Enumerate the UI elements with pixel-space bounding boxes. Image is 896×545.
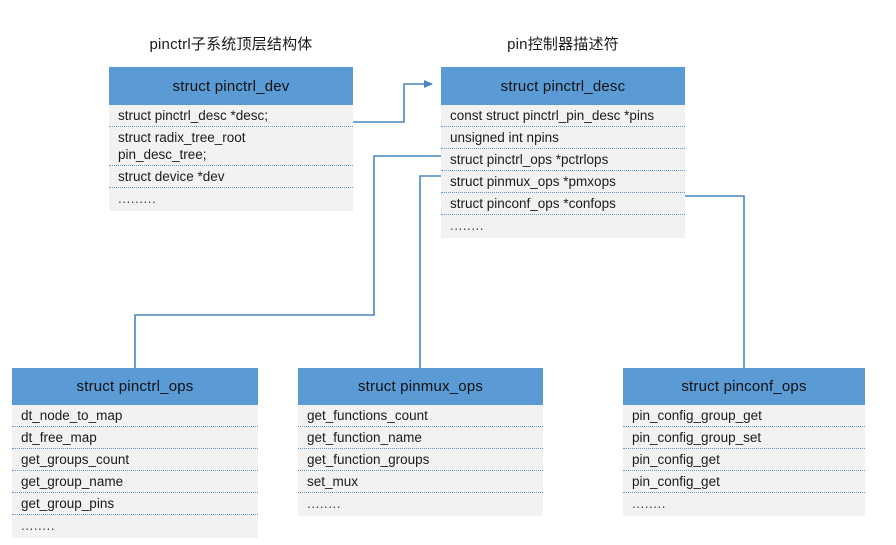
caption-pin-controller-descriptor: pin控制器描述符: [507, 36, 619, 53]
field-row[interactable]: get_groups_count: [12, 449, 258, 471]
field-row[interactable]: get_function_groups: [298, 449, 543, 471]
box-pinctrl-dev-header: struct pinctrl_dev: [109, 67, 353, 105]
box-pinmux-ops[interactable]: struct pinmux_ops get_functions_count ge…: [298, 368, 543, 516]
field-row[interactable]: pin_config_group_get: [623, 405, 865, 427]
field-row[interactable]: struct radix_tree_root pin_desc_tree;: [109, 127, 353, 166]
field-row[interactable]: struct pinctrl_ops *pctrlops: [441, 149, 685, 171]
box-pinctrl-ops[interactable]: struct pinctrl_ops dt_node_to_map dt_fre…: [12, 368, 258, 538]
field-row[interactable]: pin_config_get: [623, 471, 865, 493]
box-pinconf-ops[interactable]: struct pinconf_ops pin_config_group_get …: [623, 368, 865, 516]
box-pinctrl-desc-body: const struct pinctrl_pin_desc *pins unsi…: [441, 105, 685, 238]
field-row[interactable]: struct pinconf_ops *confops: [441, 193, 685, 215]
field-row[interactable]: get_functions_count: [298, 405, 543, 427]
field-row[interactable]: get_function_name: [298, 427, 543, 449]
field-row[interactable]: struct pinctrl_desc *desc;: [109, 105, 353, 127]
box-pinctrl-desc[interactable]: struct pinctrl_desc const struct pinctrl…: [441, 67, 685, 238]
field-row[interactable]: dt_free_map: [12, 427, 258, 449]
box-pinconf-ops-body: pin_config_group_get pin_config_group_se…: [623, 405, 865, 516]
box-pinmux-ops-body: get_functions_count get_function_name ge…: [298, 405, 543, 516]
field-row[interactable]: dt_node_to_map: [12, 405, 258, 427]
box-pinctrl-ops-header: struct pinctrl_ops: [12, 368, 258, 405]
field-row[interactable]: const struct pinctrl_pin_desc *pins: [441, 105, 685, 127]
box-pinctrl-dev[interactable]: struct pinctrl_dev struct pinctrl_desc *…: [109, 67, 353, 211]
box-pinctrl-desc-header: struct pinctrl_desc: [441, 67, 685, 105]
field-row[interactable]: get_group_pins: [12, 493, 258, 515]
field-row[interactable]: pin_config_get: [623, 449, 865, 471]
field-row[interactable]: struct pinmux_ops *pmxops: [441, 171, 685, 193]
connector-pmxops-to-pinmux-ops: [419, 175, 441, 368]
field-row[interactable]: get_group_name: [12, 471, 258, 493]
box-pinmux-ops-header: struct pinmux_ops: [298, 368, 543, 405]
connector-confops-to-pinconf-ops: [685, 195, 745, 368]
field-row-ellipsis: .........: [118, 191, 157, 206]
field-row-ellipsis: ........: [450, 218, 485, 233]
field-row-ellipsis: ........: [307, 496, 342, 511]
box-pinconf-ops-header: struct pinconf_ops: [623, 368, 865, 405]
field-row-ellipsis: ........: [632, 496, 667, 511]
field-row[interactable]: pin_config_group_set: [623, 427, 865, 449]
field-row-ellipsis: ........: [21, 518, 56, 533]
field-row[interactable]: unsigned int npins: [441, 127, 685, 149]
field-row[interactable]: set_mux: [298, 471, 543, 493]
field-row[interactable]: struct device *dev: [109, 166, 353, 188]
box-pinctrl-dev-body: struct pinctrl_desc *desc; struct radix_…: [109, 105, 353, 211]
caption-pinctrl-subsystem: pinctrl子系统顶层结构体: [149, 36, 313, 53]
box-pinctrl-ops-body: dt_node_to_map dt_free_map get_groups_co…: [12, 405, 258, 538]
diagram-canvas: pinctrl子系统顶层结构体 pin控制器描述符 struct pinctrl…: [0, 0, 896, 545]
